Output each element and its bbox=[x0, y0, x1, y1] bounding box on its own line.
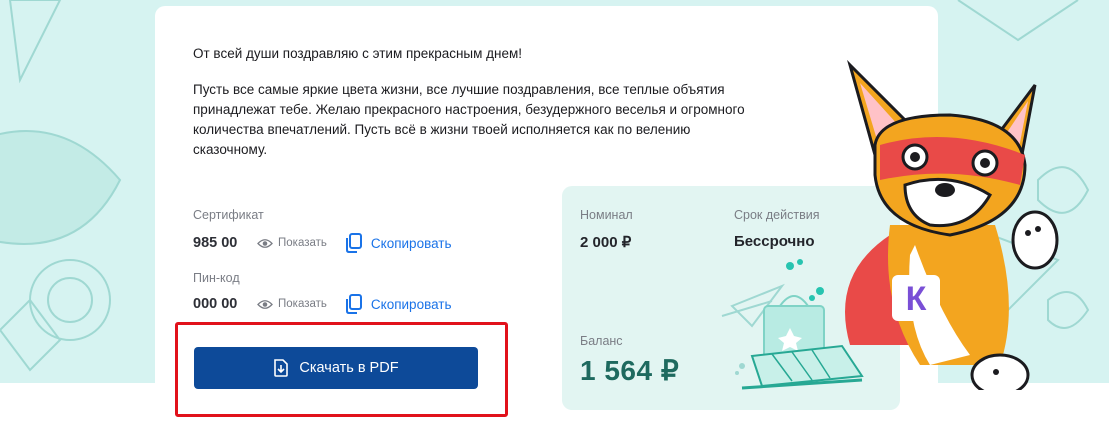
greeting-message: Пусть все самые яркие цвета жизни, все л… bbox=[193, 82, 745, 157]
pin-row: 000 00 Показать Скопировать bbox=[193, 294, 452, 314]
pin-copy-label: Скопировать bbox=[370, 296, 452, 312]
mascot-badge-letter: К bbox=[906, 280, 927, 318]
balance-label: Баланс bbox=[580, 334, 623, 348]
decor-left-shapes bbox=[0, 0, 122, 372]
pin-show-button[interactable]: Показать bbox=[257, 298, 327, 310]
validity-label: Срок действия bbox=[734, 208, 820, 222]
greeting-text: От всей души поздравляю с этим прекрасны… bbox=[193, 46, 523, 61]
pin-copy-button[interactable]: Скопировать bbox=[345, 294, 452, 314]
corgi-mascot-illustration: К bbox=[845, 59, 1059, 390]
pin-show-label: Показать bbox=[278, 298, 327, 310]
certificate-label: Сертификат bbox=[193, 208, 264, 222]
pin-code: 000 00 bbox=[193, 296, 238, 312]
certificate-row: 985 00 Показать Скопировать bbox=[193, 233, 452, 253]
copy-icon bbox=[345, 233, 362, 253]
eye-icon bbox=[257, 299, 273, 309]
download-pdf-label: Скачать в PDF bbox=[299, 360, 399, 376]
pin-label: Пин-код bbox=[193, 271, 240, 285]
certificate-code: 985 00 bbox=[193, 235, 238, 251]
certificate-show-label: Показать bbox=[278, 237, 327, 249]
balance-value: 1 564 ₽ bbox=[580, 355, 680, 386]
copy-icon bbox=[345, 294, 362, 314]
download-file-icon bbox=[274, 359, 289, 377]
nominal-label: Номинал bbox=[580, 208, 633, 222]
certificate-show-button[interactable]: Показать bbox=[257, 237, 327, 249]
certificate-copy-button[interactable]: Скопировать bbox=[345, 233, 452, 253]
download-pdf-button[interactable]: Скачать в PDF bbox=[194, 347, 478, 389]
certificate-copy-label: Скопировать bbox=[370, 235, 452, 251]
eye-icon bbox=[257, 238, 273, 248]
nominal-value: 2 000 ₽ bbox=[580, 234, 632, 251]
